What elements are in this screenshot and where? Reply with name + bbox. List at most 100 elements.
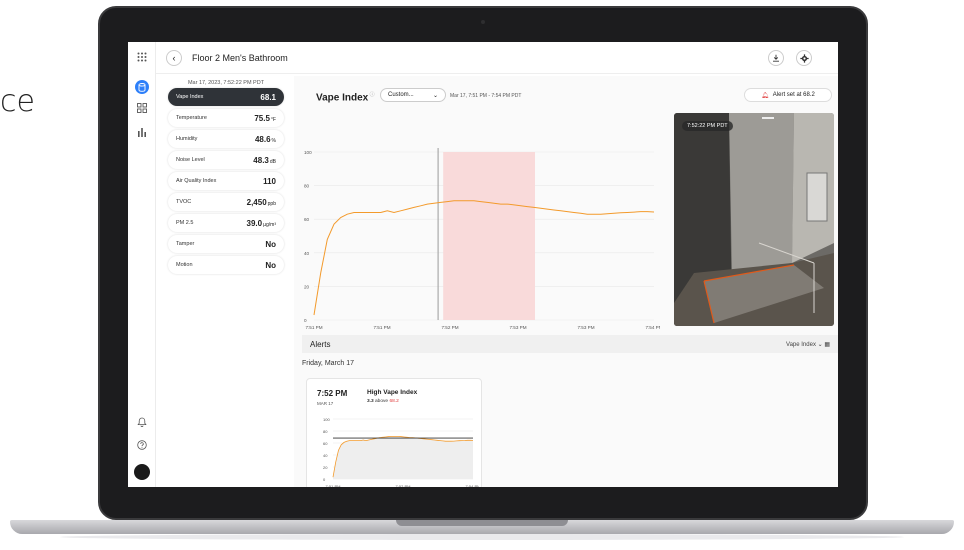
laptop-shadow	[60, 534, 904, 540]
metric-unit: ppb	[267, 200, 276, 207]
alert-above-value: 3.3	[367, 399, 374, 404]
camera-timestamp: 7:52:22 PM PDT	[682, 121, 733, 131]
camera-snapshot[interactable]: 7:52:22 PM PDT	[674, 113, 834, 326]
alerts-filter[interactable]: Vape Index ⌄ ▦	[786, 341, 830, 348]
metric-value: 48.3dB	[253, 155, 276, 165]
x-tick-label: 7:54 PM	[466, 484, 479, 487]
alert-above: 3.3 above 68.2	[367, 399, 399, 404]
metric-label: PM 2.5	[176, 220, 194, 226]
metric-value: 68.1	[260, 92, 276, 102]
alert-highlight-region	[443, 152, 535, 320]
vape-index-chart[interactable]: 0 20 40 60 80 100 7:51 PM 7:51 PM 7:52 PM 7:53 PM…	[300, 136, 660, 332]
alert-mini-chart: 100 80 60 40 20 07:51 PM 7:52 PM 7:54 PM	[323, 417, 479, 487]
metric-tamper[interactable]: Tamper No	[168, 235, 284, 253]
metric-list: Vape Index 68.1 Temperature 75.5°F Humidity 4…	[168, 88, 284, 274]
back-button[interactable]: ‹	[166, 49, 182, 66]
metric-value: 75.5°F	[254, 113, 276, 123]
alerts-day: Friday, March 17	[302, 360, 354, 367]
alert-time: 7:52 PM	[317, 389, 348, 398]
download-icon	[773, 54, 779, 62]
metric-value: 48.6%	[254, 134, 276, 144]
dashboard-icon[interactable]	[135, 101, 149, 115]
range-dropdown-value: Custom...	[388, 92, 414, 98]
metric-value: 39.0µg/m³	[246, 218, 276, 228]
y-tick-label: 20	[323, 465, 328, 470]
stage: ce ‹ Floor 2 Men's Bathroom Mar 17, 2023…	[0, 0, 964, 550]
y-tick-label: 100	[304, 150, 312, 155]
download-button[interactable]	[768, 50, 784, 66]
metric-pm-2-5[interactable]: PM 2.5 39.0µg/m³	[168, 214, 284, 232]
x-tick-label: 7:53 PM	[577, 325, 594, 330]
page-title: Floor 2 Men's Bathroom	[192, 52, 288, 63]
metric-value: 110	[263, 176, 276, 186]
alert-threshold: 68.2	[389, 399, 399, 404]
chevron-down-icon: ⌄	[432, 92, 438, 99]
y-tick-label: 0	[304, 318, 307, 323]
chevron-left-icon: ‹	[172, 52, 176, 63]
y-tick-label: 20	[304, 284, 310, 289]
avatar[interactable]	[134, 464, 150, 480]
chevron-down-icon: ⌄	[817, 341, 823, 348]
range-dropdown[interactable]: Custom... ⌄	[380, 88, 446, 102]
alerts-title: Alerts	[310, 339, 331, 349]
series-area	[333, 436, 473, 479]
x-tick-label: 7:51 PM	[305, 325, 322, 330]
bar-chart-icon[interactable]	[135, 125, 149, 139]
metric-value: No	[265, 239, 276, 249]
metric-tvoc[interactable]: TVOC 2,450ppb	[168, 193, 284, 211]
settings-button[interactable]	[796, 50, 812, 66]
x-tick-label: 7:52 PM	[441, 325, 458, 330]
metric-value: 2,450ppb	[246, 197, 276, 207]
y-tick-label: 60	[304, 217, 310, 222]
metric-air-quality-index[interactable]: Air Quality Index 110	[168, 172, 284, 190]
y-tick-label: 60	[323, 441, 328, 446]
y-tick-label: 0	[323, 477, 326, 482]
x-tick-label: 7:52 PM	[396, 484, 411, 487]
metric-vape-index[interactable]: Vape Index 68.1	[168, 88, 284, 106]
metric-label: Motion	[176, 262, 193, 268]
x-tick-label: 7:53 PM	[509, 325, 526, 330]
metric-temperature[interactable]: Temperature 75.5°F	[168, 109, 284, 127]
alert-card[interactable]: 7:52 PM MAR 17 High Vape Index 3.3 above…	[306, 378, 482, 487]
metric-motion[interactable]: Motion No	[168, 256, 284, 274]
metric-label: Vape Index	[176, 94, 204, 100]
alert-date: MAR 17	[317, 401, 334, 406]
y-tick-label: 80	[323, 429, 328, 434]
metric-label: Humidity	[176, 136, 198, 142]
metric-unit: µg/m³	[263, 221, 276, 228]
nav-rail	[128, 42, 156, 487]
metrics-timestamp: Mar 17, 2023, 7:52:22 PM PDT	[187, 80, 265, 86]
apps-grid-icon[interactable]	[135, 50, 149, 64]
metric-humidity[interactable]: Humidity 48.6%	[168, 130, 284, 148]
metric-value: No	[265, 260, 276, 270]
calendar-icon[interactable]: ▦	[824, 342, 830, 348]
metric-unit: dB	[269, 158, 276, 165]
chart-heading-label: Vape Index	[316, 92, 369, 104]
gear-icon	[799, 53, 809, 63]
camera-image	[674, 113, 834, 326]
alerts-filter-label: Vape Index	[786, 341, 816, 348]
metric-label: Air Quality Index	[176, 178, 217, 184]
metric-unit: °F	[270, 116, 276, 123]
alert-set-label: Alert set at 68.2	[772, 92, 815, 98]
y-tick-label: 80	[304, 184, 310, 189]
alert-above-text: above	[375, 399, 389, 404]
y-tick-label: 40	[323, 453, 328, 458]
metric-unit: %	[271, 137, 276, 144]
alert-set-button[interactable]: 🔔︎ Alert set at 68.2	[744, 88, 832, 102]
database-icon[interactable]	[135, 80, 149, 94]
metric-label: Noise Level	[176, 157, 205, 163]
background-text: ce	[0, 84, 35, 119]
metric-label: Temperature	[176, 115, 207, 121]
x-tick-label: 7:51 PM	[326, 484, 341, 487]
x-tick-label: 7:51 PM	[373, 325, 390, 330]
main-panel: Vape Index ⓘ Custom... ⌄ Mar 17, 7:51 PM …	[294, 76, 838, 487]
top-bar: ‹ Floor 2 Men's Bathroom	[156, 42, 838, 74]
y-tick-label: 40	[304, 251, 310, 256]
alert-heading: High Vape Index	[367, 389, 418, 396]
help-icon[interactable]	[135, 438, 149, 452]
laptop-notch	[396, 520, 568, 526]
info-icon[interactable]: ⓘ	[368, 92, 375, 98]
metric-noise-level[interactable]: Noise Level 48.3dB	[168, 151, 284, 169]
bell-icon[interactable]	[135, 415, 149, 429]
